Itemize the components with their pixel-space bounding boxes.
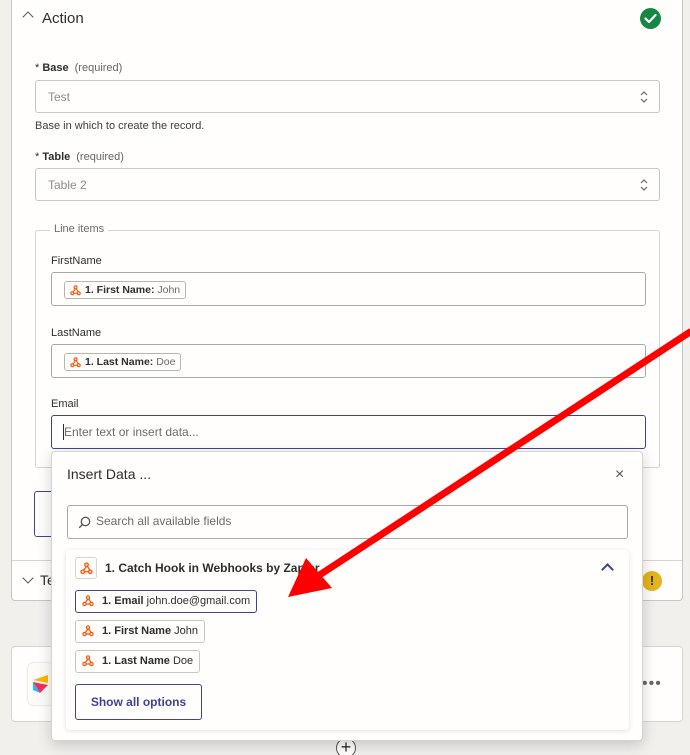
more-options-icon[interactable]: ••• bbox=[642, 675, 662, 693]
popover-title: Insert Data ... bbox=[67, 466, 152, 482]
line-items-legend: Line items bbox=[50, 223, 109, 235]
base-value: Test bbox=[48, 90, 71, 104]
first-name-field[interactable]: 1. First Name: John bbox=[51, 272, 646, 306]
option-email[interactable]: 1. Email john.doe@gmail.com bbox=[75, 590, 258, 613]
select-arrows-icon bbox=[640, 179, 648, 191]
webhook-icon bbox=[82, 625, 94, 637]
show-all-options-button[interactable]: Show all options bbox=[75, 684, 202, 720]
chevron-down-icon[interactable] bbox=[22, 572, 34, 584]
base-select[interactable]: Test bbox=[35, 80, 660, 113]
search-icon bbox=[78, 516, 91, 529]
search-input[interactable] bbox=[96, 514, 596, 528]
email-label: Email bbox=[51, 398, 79, 410]
chevron-up-icon[interactable] bbox=[22, 11, 34, 23]
close-icon[interactable]: × bbox=[615, 466, 624, 484]
webhook-icon bbox=[70, 285, 81, 296]
search-field[interactable] bbox=[67, 505, 628, 539]
webhook-icon bbox=[70, 357, 81, 368]
base-label: * Base (required) bbox=[35, 62, 123, 74]
first-name-pill[interactable]: 1. First Name: John bbox=[64, 281, 187, 299]
webhook-icon bbox=[82, 595, 94, 607]
option-last-name[interactable]: 1. Last Name Doe bbox=[75, 650, 201, 673]
option-first-name[interactable]: 1. First Name John bbox=[75, 620, 206, 643]
catch-hook-group: 1. Catch Hook in Webhooks by Zapier 1. E… bbox=[66, 550, 629, 730]
webhook-icon bbox=[82, 655, 94, 667]
email-placeholder: Enter text or insert data... bbox=[64, 425, 199, 439]
action-title: Action bbox=[42, 10, 84, 27]
chevron-up-icon[interactable] bbox=[601, 563, 614, 576]
warning-icon: ! bbox=[642, 571, 662, 591]
webhook-app-icon bbox=[75, 557, 97, 579]
base-help-text: Base in which to create the record. bbox=[35, 120, 205, 132]
email-field[interactable]: Enter text or insert data... bbox=[51, 415, 646, 449]
select-arrows-icon bbox=[640, 91, 648, 103]
table-select[interactable]: Table 2 bbox=[35, 168, 660, 201]
last-name-field[interactable]: 1. Last Name: Doe bbox=[51, 344, 646, 378]
line-items-group: Line items FirstName 1. First Name: John… bbox=[35, 223, 660, 468]
last-name-label: LastName bbox=[51, 327, 102, 339]
insert-data-popover: Insert Data ... × 1. Catch Hook in Webho… bbox=[51, 451, 643, 741]
first-name-label: FirstName bbox=[51, 255, 102, 267]
table-label: * Table (required) bbox=[35, 151, 124, 163]
last-name-pill[interactable]: 1. Last Name: Doe bbox=[64, 353, 182, 371]
table-value: Table 2 bbox=[48, 178, 87, 192]
check-icon bbox=[640, 8, 661, 29]
group-title: 1. Catch Hook in Webhooks by Zapier bbox=[105, 561, 320, 575]
action-section-header[interactable]: Action bbox=[12, 0, 682, 36]
